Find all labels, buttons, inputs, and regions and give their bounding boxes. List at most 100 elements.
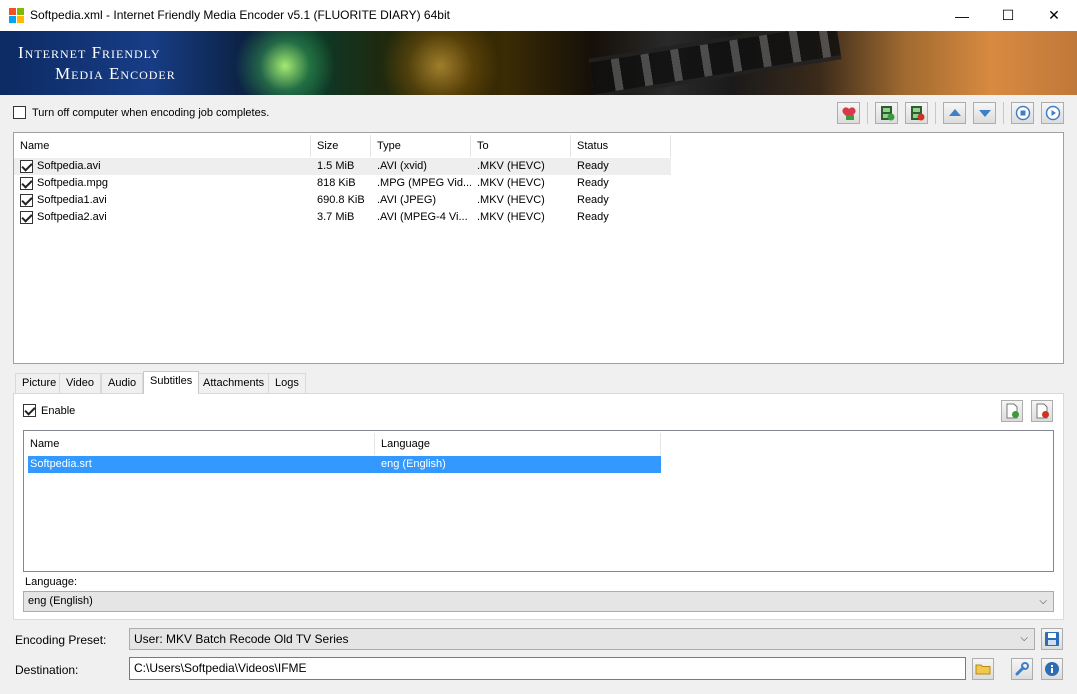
column-header-size[interactable]: Size <box>311 135 371 157</box>
job-type: .MPG (MPEG Vid... <box>377 177 471 189</box>
title-bar: Softpedia.xml - Internet Friendly Media … <box>0 0 1077 31</box>
add-job-button[interactable] <box>837 102 860 124</box>
job-size: 818 KiB <box>317 177 356 189</box>
encoding-preset-value: User: MKV Batch Recode Old TV Series <box>134 632 349 646</box>
job-type: .AVI (JPEG) <box>377 194 437 206</box>
maximize-button[interactable]: ☐ <box>985 0 1031 31</box>
about-button[interactable] <box>1041 658 1063 680</box>
tab-subtitles[interactable]: Subtitles <box>143 371 200 394</box>
add-subtitle-icon <box>1006 403 1019 419</box>
subtitle-name: Softpedia.srt <box>30 458 92 470</box>
list-item[interactable]: Softpedia.srt eng (English) <box>27 455 662 474</box>
job-list[interactable]: Name Size Type To Status Softpedia.avi 1… <box>13 132 1064 364</box>
minimize-icon: — <box>955 7 969 24</box>
tab-picture[interactable]: Picture <box>15 373 64 393</box>
info-icon <box>1045 662 1059 676</box>
move-up-button[interactable] <box>943 102 966 124</box>
banner-title-line2: Media Encoder <box>55 64 176 83</box>
move-down-icon <box>978 110 991 117</box>
banner-glow <box>230 31 340 95</box>
job-name: Softpedia2.avi <box>37 211 107 223</box>
wrench-icon <box>1015 662 1029 676</box>
chevron-down-icon: ⌵ <box>1039 596 1047 607</box>
job-type: .AVI (xvid) <box>377 160 427 172</box>
banner-filmstrip <box>588 31 842 95</box>
folder-icon <box>975 664 991 675</box>
add-subtitle-button[interactable] <box>1001 400 1023 422</box>
enable-checkbox[interactable] <box>23 404 36 417</box>
shutdown-option[interactable]: Turn off computer when encoding job comp… <box>13 106 269 119</box>
job-type: .AVI (MPEG-4 Vi... <box>377 211 468 223</box>
close-button[interactable]: ✕ <box>1031 0 1077 31</box>
destination-label: Destination: <box>15 663 79 677</box>
enable-option[interactable]: Enable <box>23 404 75 417</box>
tab-video[interactable]: Video <box>59 373 101 393</box>
enable-label: Enable <box>41 404 76 417</box>
job-target: .MKV (HEVC) <box>477 177 545 189</box>
table-row[interactable]: Softpedia.mpg 818 KiB .MPG (MPEG Vid... … <box>14 175 671 192</box>
save-icon <box>1045 632 1059 646</box>
destination-field[interactable]: C:\Users\Softpedia\Videos\IFME <box>129 657 966 680</box>
move-up-icon <box>948 109 961 116</box>
shutdown-checkbox[interactable] <box>13 106 26 119</box>
job-name: Softpedia1.avi <box>37 194 107 206</box>
column-header-status[interactable]: Status <box>571 135 671 157</box>
stop-icon <box>1015 105 1030 121</box>
save-preset-button[interactable] <box>1041 628 1063 650</box>
maximize-icon: ☐ <box>1001 7 1015 23</box>
language-label: Language: <box>25 576 77 588</box>
tab-logs[interactable]: Logs <box>268 373 306 393</box>
start-button[interactable] <box>1041 102 1064 124</box>
close-icon: ✕ <box>1048 7 1060 23</box>
column-header-language[interactable]: Language <box>375 433 661 455</box>
window-title: Softpedia.xml - Internet Friendly Media … <box>30 8 450 22</box>
table-row[interactable]: Softpedia2.avi 3.7 MiB .AVI (MPEG-4 Vi..… <box>14 209 671 226</box>
job-target: .MKV (HEVC) <box>477 160 545 172</box>
language-value: eng (English) <box>28 595 93 607</box>
remove-video-button[interactable] <box>905 102 928 124</box>
column-header-type[interactable]: Type <box>371 135 471 157</box>
add-job-icon <box>841 107 856 120</box>
browse-destination-button[interactable] <box>972 658 994 680</box>
column-header-name[interactable]: Name <box>24 433 375 455</box>
column-header-name[interactable]: Name <box>14 135 311 157</box>
column-header-to[interactable]: To <box>471 135 571 157</box>
move-down-button[interactable] <box>973 102 996 124</box>
remove-video-icon <box>910 106 924 121</box>
table-row[interactable]: Softpedia.avi 1.5 MiB .AVI (xvid) .MKV (… <box>14 158 671 175</box>
add-video-icon <box>880 106 894 121</box>
job-target: .MKV (HEVC) <box>477 211 545 223</box>
job-status: Ready <box>577 177 609 189</box>
job-toolbar <box>837 102 1064 124</box>
job-size: 690.8 KiB <box>317 194 365 206</box>
job-size: 1.5 MiB <box>317 160 355 172</box>
shutdown-label: Turn off computer when encoding job comp… <box>32 106 270 119</box>
job-status: Ready <box>577 194 609 206</box>
tab-attachments[interactable]: Attachments <box>196 373 272 393</box>
add-video-button[interactable] <box>875 102 898 124</box>
table-row[interactable]: Softpedia1.avi 690.8 KiB .AVI (JPEG) .MK… <box>14 192 671 209</box>
job-target: .MKV (HEVC) <box>477 194 545 206</box>
start-icon <box>1045 105 1060 121</box>
subtitle-list[interactable]: Name Language Softpedia.srt eng (English… <box>23 430 1054 572</box>
banner-glow <box>380 31 500 95</box>
settings-button[interactable] <box>1011 658 1033 680</box>
remove-subtitle-icon <box>1036 403 1049 419</box>
tab-audio[interactable]: Audio <box>101 373 144 393</box>
app-banner: Internet Friendly Media Encoder <box>0 31 1077 95</box>
banner-title-line1: Internet Friendly <box>18 43 161 62</box>
minimize-button[interactable]: — <box>939 0 985 31</box>
app-icon <box>9 8 24 23</box>
remove-subtitle-button[interactable] <box>1031 400 1053 422</box>
job-name: Softpedia.avi <box>37 160 101 172</box>
encoding-preset-select[interactable]: User: MKV Batch Recode Old TV Series ⌵ <box>129 628 1035 650</box>
chevron-down-icon: ⌵ <box>1020 633 1028 644</box>
job-status: Ready <box>577 211 609 223</box>
job-name: Softpedia.mpg <box>37 177 108 189</box>
encoding-preset-label: Encoding Preset: <box>15 633 107 647</box>
language-select[interactable]: eng (English) ⌵ <box>23 591 1054 612</box>
stop-button[interactable] <box>1011 102 1034 124</box>
subtitle-language: eng (English) <box>381 458 446 470</box>
job-size: 3.7 MiB <box>317 211 355 223</box>
job-status: Ready <box>577 160 609 172</box>
